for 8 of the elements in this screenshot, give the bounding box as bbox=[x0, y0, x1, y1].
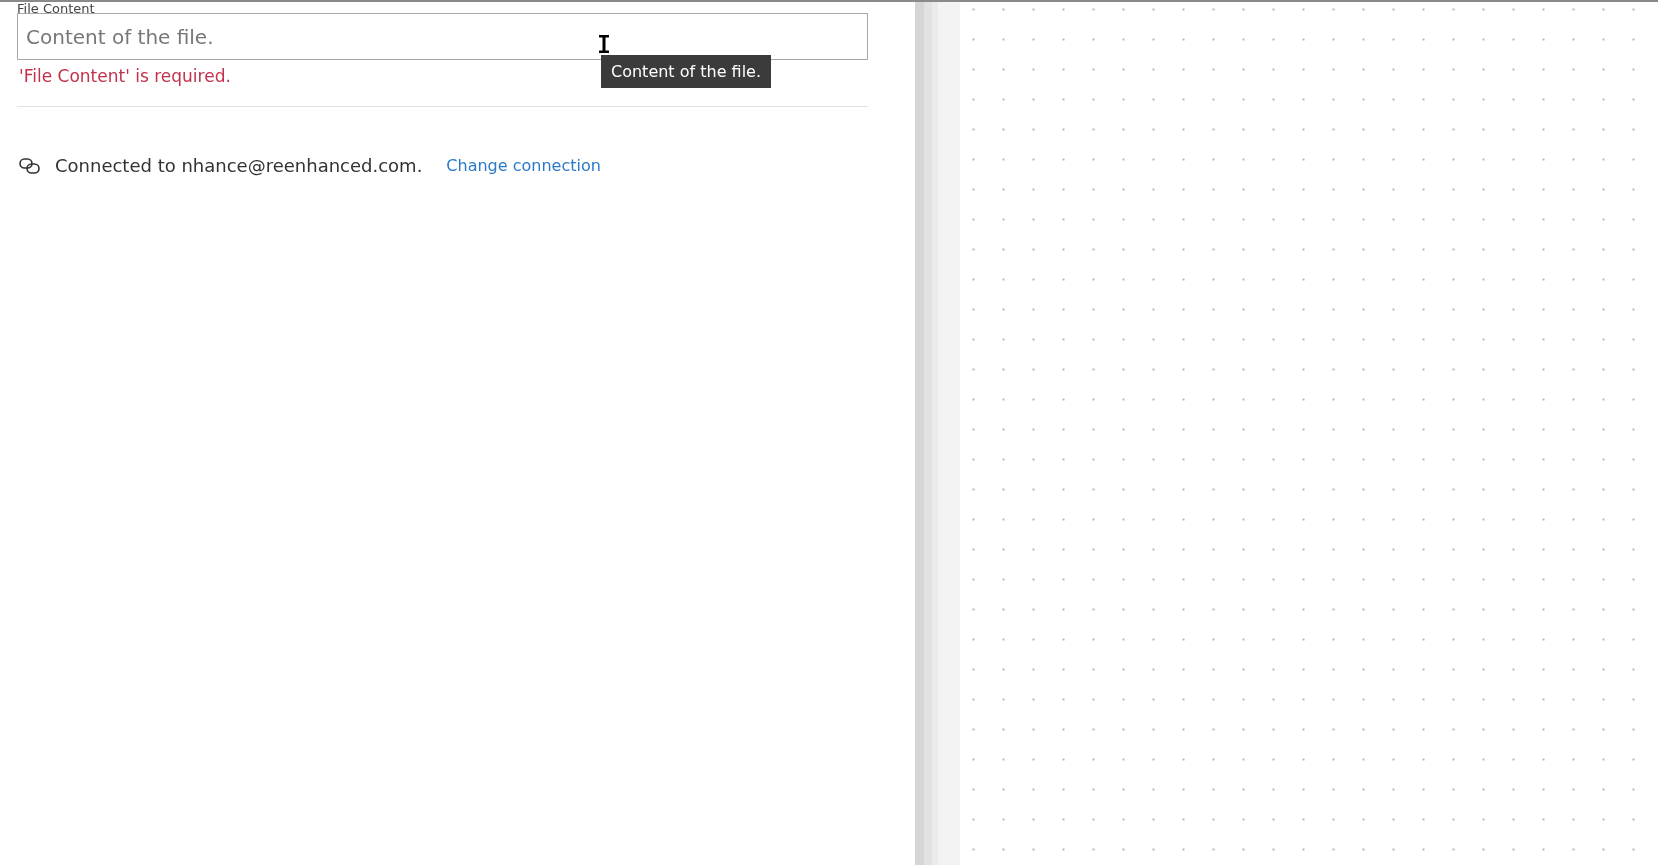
change-connection-link[interactable]: Change connection bbox=[446, 156, 601, 175]
field-label: File Content bbox=[17, 2, 96, 13]
text-cursor-icon bbox=[598, 35, 610, 53]
error-message: 'File Content' is required. bbox=[19, 66, 231, 86]
connection-status: Connected to nhance@reenhanced.com. bbox=[55, 155, 423, 176]
link-icon bbox=[19, 157, 41, 174]
tooltip: Content of the file. bbox=[601, 55, 772, 88]
input-field[interactable]: Content of the file. bbox=[17, 13, 868, 60]
